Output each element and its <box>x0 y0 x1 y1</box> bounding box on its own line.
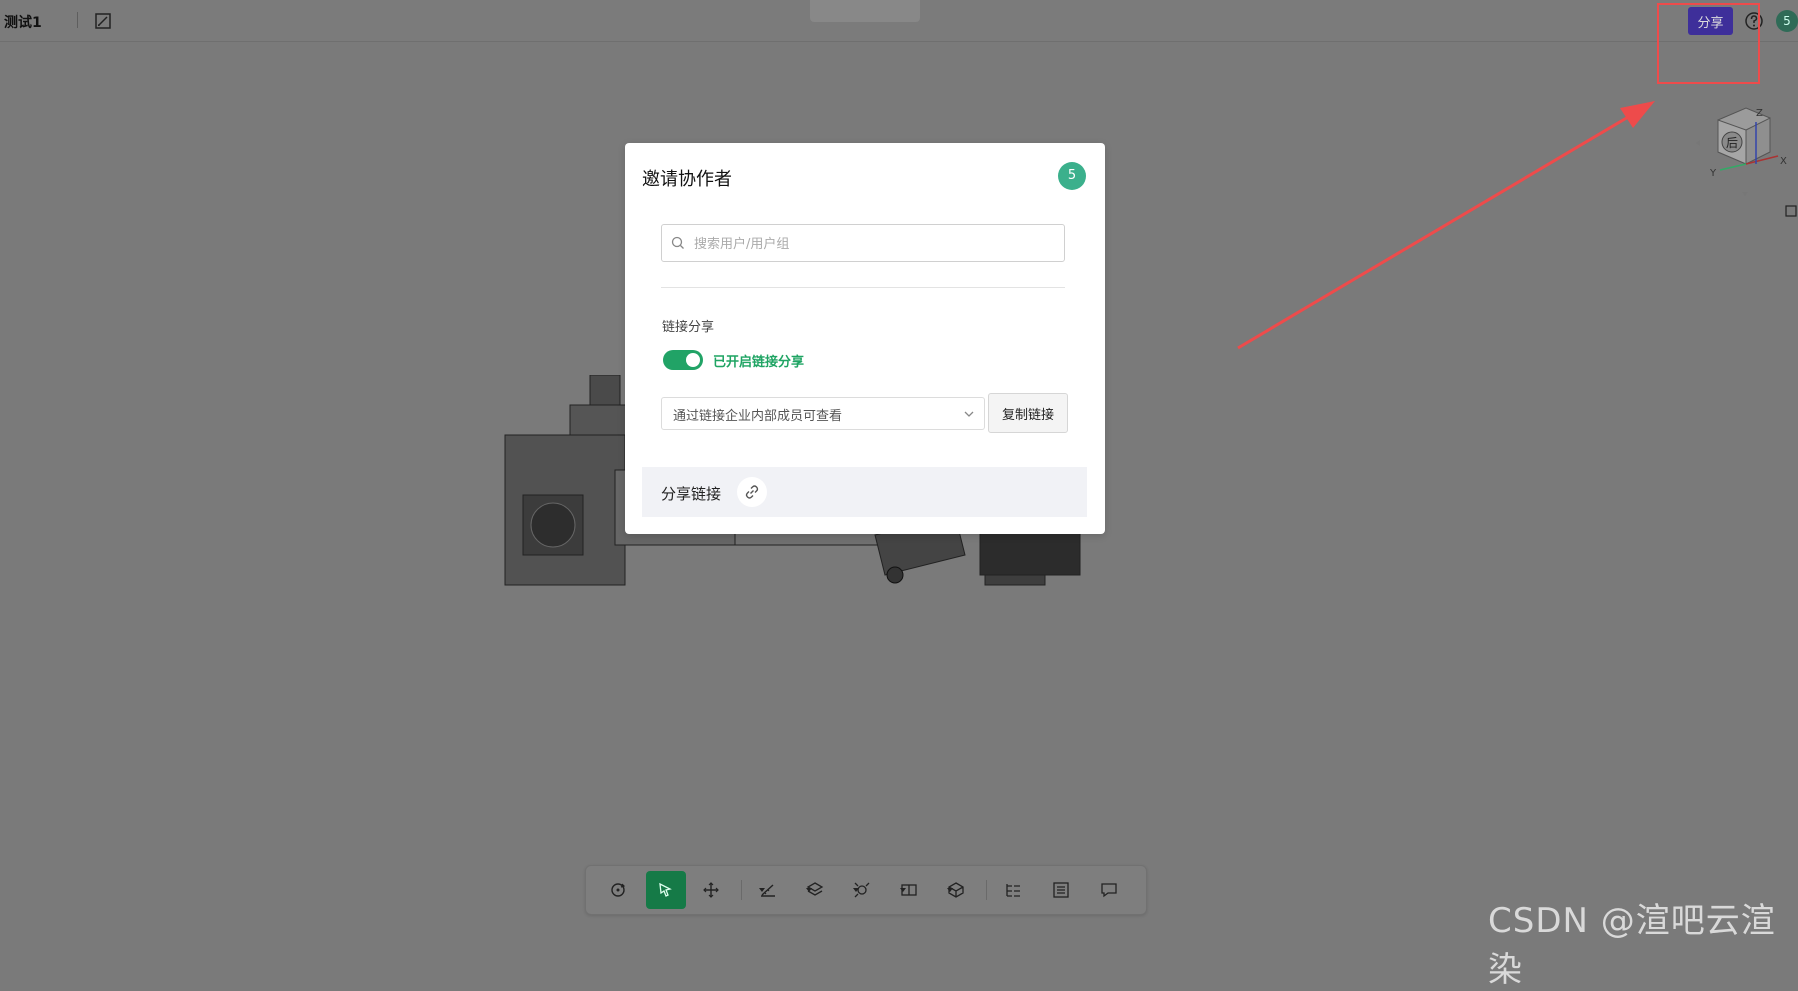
view-cube[interactable]: 后 Z X Y <box>1690 100 1798 220</box>
share-link-label: 分享链接 <box>661 485 722 503</box>
search-box[interactable] <box>661 224 1065 263</box>
copy-link-button[interactable]: 复制链接 <box>988 393 1068 433</box>
axis-y-label: Y <box>1709 168 1717 179</box>
select-icon <box>659 882 672 897</box>
status-pill <box>810 0 920 22</box>
properties-tool[interactable] <box>1044 874 1078 906</box>
chevron-down-icon <box>759 888 765 892</box>
link-share-section-label: 链接分享 <box>662 320 715 335</box>
view-cube-face: 后 <box>1726 136 1738 150</box>
select-tool[interactable] <box>646 871 686 909</box>
link-share-status: 已开启链接分享 <box>713 355 805 370</box>
permission-select-value: 通过链接企业内部成员可查看 <box>673 409 843 424</box>
annotation-highlight-box <box>1657 3 1760 84</box>
comment-tool[interactable] <box>1092 874 1126 906</box>
chevron-down-icon <box>806 888 812 892</box>
list-icon <box>1053 882 1069 898</box>
chevron-down-icon <box>947 888 953 892</box>
rotate-icon <box>611 883 626 897</box>
copy-share-link-button[interactable] <box>737 477 767 507</box>
explode-tool[interactable] <box>845 874 879 906</box>
dialog-divider <box>661 287 1065 288</box>
model-tree-tool[interactable] <box>996 874 1030 906</box>
search-input[interactable] <box>692 225 1056 263</box>
measure-tool[interactable] <box>751 874 785 906</box>
dialog-title: 邀请协作者 <box>642 169 732 190</box>
axis-x-label: X <box>1780 156 1787 167</box>
search-icon <box>671 236 684 249</box>
share-link-bar: 分享链接 <box>642 467 1087 517</box>
document-title: 测试1 <box>4 15 42 31</box>
collaborator-count-badge: 5 <box>1058 162 1086 190</box>
chevron-down-icon <box>964 411 974 417</box>
axis-z-label: Z <box>1756 108 1763 119</box>
watermark: CSDN @渲吧云渲染 <box>1488 901 1776 990</box>
comment-icon <box>1101 883 1117 898</box>
top-bar-divider <box>77 12 78 28</box>
chevron-down-icon <box>853 888 859 892</box>
move-tool[interactable] <box>694 874 728 906</box>
section-tool[interactable] <box>798 874 832 906</box>
toolbar-divider <box>741 880 742 900</box>
user-count-badge[interactable]: 5 <box>1776 10 1798 32</box>
toggle-knob <box>686 353 700 367</box>
move-icon <box>703 882 719 898</box>
link-icon <box>745 485 759 499</box>
top-bar: 测试1 分享 5 <box>0 0 1798 42</box>
tree-icon <box>1006 884 1020 897</box>
display-tool[interactable] <box>939 874 973 906</box>
view-tool[interactable] <box>892 874 926 906</box>
toolbar-divider <box>986 880 987 900</box>
permission-select[interactable]: 通过链接企业内部成员可查看 <box>661 397 985 430</box>
chevron-down-icon <box>900 888 906 892</box>
link-share-toggle[interactable] <box>663 350 703 370</box>
rotate-tool[interactable] <box>601 874 635 906</box>
bottom-toolbar <box>585 865 1147 915</box>
edit-icon[interactable] <box>94 12 112 30</box>
invite-collaborators-dialog: 邀请协作者 5 链接分享 已开启链接分享 通过链接企业内部成员可查看 复制链接 … <box>625 143 1105 534</box>
